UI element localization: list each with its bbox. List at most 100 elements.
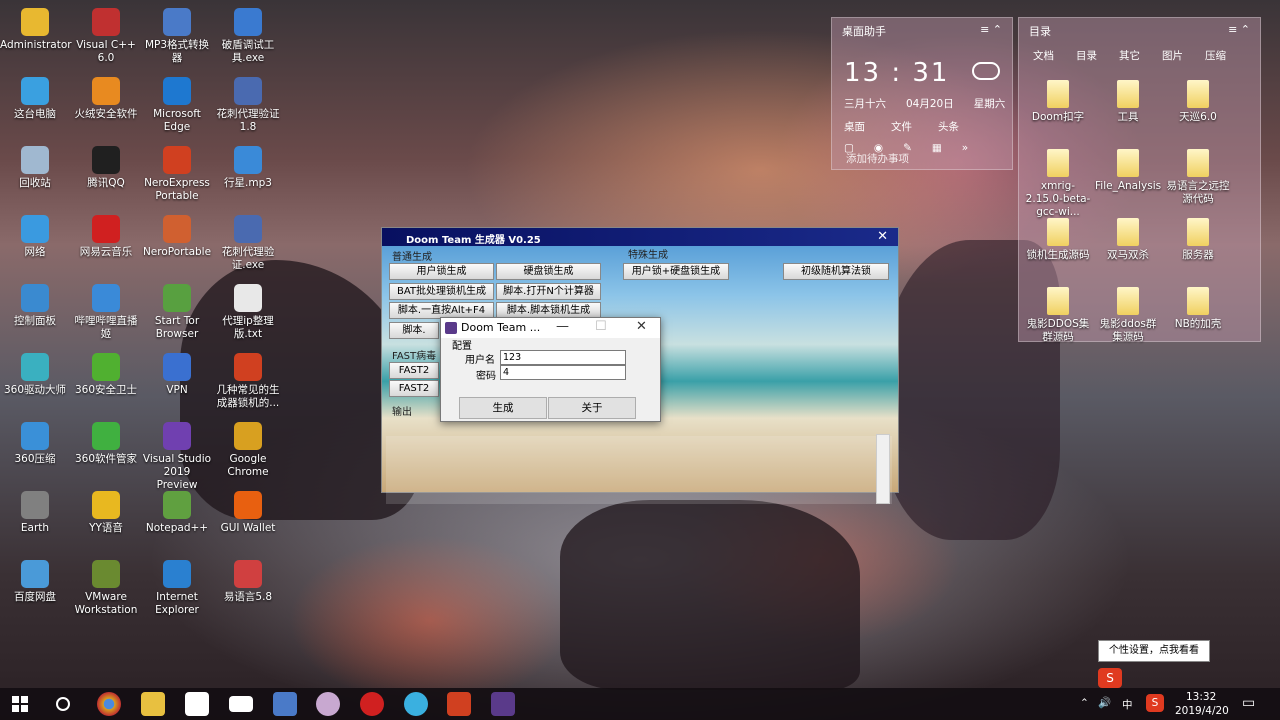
desktop-icon-11[interactable]: 行星.mp3 <box>213 142 283 210</box>
mail-taskbar-icon[interactable] <box>229 696 253 712</box>
desktop-icon-7[interactable]: 花刺代理验证1.8 <box>213 73 283 141</box>
desktop-icon-14[interactable]: NeroPortable <box>142 211 212 279</box>
search-circle-icon[interactable] <box>56 697 70 711</box>
desktop-icon-21[interactable]: 360安全卫士 <box>71 349 141 417</box>
chrome-taskbar-icon[interactable] <box>97 692 121 716</box>
quick-desktop[interactable]: 桌面 <box>844 119 865 134</box>
desktop-icon-27[interactable]: Google Chrome <box>213 418 283 486</box>
desktop-icon-4[interactable]: 这台电脑 <box>0 73 70 141</box>
disk-lock-button[interactable]: 硬盘锁生成 <box>496 263 601 280</box>
tray-chevron-icon[interactable]: ⌃ <box>1080 697 1089 709</box>
desktop-icon-34[interactable]: Internet Explorer <box>142 556 212 624</box>
calc-script-button[interactable]: 脚本.打开N个计算器 <box>496 283 601 300</box>
explorer-taskbar-icon[interactable] <box>141 692 165 716</box>
desktop-icon-13[interactable]: 网易云音乐 <box>71 211 141 279</box>
desktop-icon-12[interactable]: 网络 <box>0 211 70 279</box>
quick-headlines[interactable]: 头条 <box>938 119 959 134</box>
dir-file-item[interactable]: 锁机生成源码 <box>1025 218 1091 262</box>
tab-archives[interactable]: 压缩 <box>1205 48 1226 63</box>
dir-menu-icon[interactable]: ≡ ⌃ <box>1228 23 1250 39</box>
store-taskbar-icon[interactable] <box>185 692 209 716</box>
desktop-icon-5[interactable]: 火绒安全软件 <box>71 73 141 141</box>
dir-file-item[interactable]: 工具 <box>1095 80 1161 124</box>
desktop-icon-2[interactable]: MP3格式转换器 <box>142 4 212 72</box>
maximize-icon[interactable]: ☐ <box>595 319 607 334</box>
random-algo-lock-button[interactable]: 初级随机算法锁 <box>783 263 889 280</box>
desktop-icon-1[interactable]: Visual C++ 6.0 <box>71 4 141 72</box>
windows-start-icon[interactable] <box>12 696 28 712</box>
desktop-icon-23[interactable]: 几种常见的生成器锁机的... <box>213 349 283 417</box>
dialog-close-icon[interactable]: ✕ <box>636 319 647 334</box>
notification-icon[interactable]: ▭ <box>1242 695 1255 711</box>
desktop-icon-17[interactable]: 哔哩哔哩直播姬 <box>71 280 141 348</box>
doom-taskbar-icon[interactable] <box>491 692 515 716</box>
desktop-icon-25[interactable]: 360软件管家 <box>71 418 141 486</box>
widget-menu-icon[interactable]: ≡ ⌃ <box>980 23 1002 39</box>
dir-file-item[interactable]: Doom扣字 <box>1025 80 1091 124</box>
bat-lock-button[interactable]: BAT批处理锁机生成 <box>389 283 494 300</box>
desktop-icon-26[interactable]: Visual Studio 2019 Preview <box>142 418 212 491</box>
desktop-icon-30[interactable]: Notepad++ <box>142 487 212 555</box>
desktop-icon-19[interactable]: 代理ip整理版.txt <box>213 280 283 348</box>
desktop-icon-9[interactable]: 腾讯QQ <box>71 142 141 210</box>
desktop-icon-20[interactable]: 360驱动大师 <box>0 349 70 417</box>
desktop-icon-0[interactable]: Administrator <box>0 4 72 72</box>
desktop-icon-16[interactable]: 控制面板 <box>0 280 70 348</box>
ime-indicator[interactable]: 中 <box>1122 697 1133 712</box>
dir-file-item[interactable]: 双马双杀 <box>1095 218 1161 262</box>
output-scrollbar[interactable] <box>876 434 890 504</box>
desktop-icon-31[interactable]: GUI Wallet <box>213 487 283 555</box>
desktop-icon-8[interactable]: 回收站 <box>0 142 70 210</box>
app-taskbar-icon[interactable] <box>316 692 340 716</box>
dir-file-item[interactable]: 易语言之远控源代码 <box>1165 149 1231 206</box>
user-lock-button[interactable]: 用户锁生成 <box>389 263 494 280</box>
generate-button[interactable]: 生成 <box>459 397 547 419</box>
fast2-button-2[interactable]: FAST2 <box>389 380 439 397</box>
user-disk-lock-button[interactable]: 用户锁+硬盘锁生成 <box>623 263 729 280</box>
tab-other[interactable]: 其它 <box>1119 48 1140 63</box>
dir-file-item[interactable]: 天巡6.0 <box>1165 80 1231 124</box>
sogou-ime-icon[interactable]: S <box>1098 668 1122 688</box>
tab-dirs[interactable]: 目录 <box>1076 48 1097 63</box>
sogou-tray-icon[interactable]: S <box>1146 694 1164 712</box>
tab-docs[interactable]: 文档 <box>1033 48 1054 63</box>
desktop-icon-3[interactable]: 破盾调试工具.exe <box>213 4 283 72</box>
app-titlebar[interactable]: Doom Team 生成器 V0.25 ✕ <box>382 228 898 246</box>
close-icon[interactable]: ✕ <box>877 229 888 244</box>
fast2-button-1[interactable]: FAST2 <box>389 362 439 379</box>
script-button[interactable]: 脚本. <box>389 322 439 339</box>
qq-taskbar-icon[interactable] <box>404 692 428 716</box>
remote-tool-taskbar-icon[interactable] <box>273 692 297 716</box>
dir-file-item[interactable]: NB的加壳 <box>1165 287 1231 331</box>
desktop-icon-32[interactable]: 百度网盘 <box>0 556 70 624</box>
output-area[interactable] <box>386 436 892 504</box>
username-field[interactable]: 123 <box>500 350 626 365</box>
desktop-icon-18[interactable]: Start Tor Browser <box>142 280 212 348</box>
tab-images[interactable]: 图片 <box>1162 48 1183 63</box>
netease-taskbar-icon[interactable] <box>360 692 384 716</box>
tray-date[interactable]: 2019/4/20 <box>1175 705 1229 717</box>
desktop-icon-35[interactable]: 易语言5.8 <box>213 556 283 624</box>
desktop-icon-29[interactable]: YY语音 <box>71 487 141 555</box>
dialog-titlebar[interactable]: Doom Team ... — ☐ ✕ <box>441 318 660 338</box>
tray-time[interactable]: 13:32 <box>1186 691 1216 703</box>
about-button[interactable]: 关于 <box>548 397 636 419</box>
password-field[interactable]: 4 <box>500 365 626 380</box>
personalize-tooltip[interactable]: 个性设置，点我看看 <box>1098 640 1210 662</box>
todo-add[interactable]: 添加待办事项 <box>846 151 909 166</box>
desktop-icon-28[interactable]: Earth <box>0 487 70 555</box>
desktop-icon-22[interactable]: VPN <box>142 349 212 417</box>
desktop-icon-10[interactable]: NeroExpress Portable <box>142 142 212 210</box>
quick-files[interactable]: 文件 <box>891 119 912 134</box>
dir-file-item[interactable]: 鬼影ddos群集源码 <box>1095 287 1161 344</box>
desktop-icon-24[interactable]: 360压缩 <box>0 418 70 486</box>
dir-file-item[interactable]: 鬼影DDOS集群源码 <box>1025 287 1091 344</box>
desktop-icon-6[interactable]: Microsoft Edge <box>142 73 212 141</box>
volume-icon[interactable]: 🔊 <box>1098 696 1111 709</box>
dir-file-item[interactable]: File_Analysis <box>1095 149 1161 193</box>
minimize-icon[interactable]: — <box>556 319 569 334</box>
dir-file-item[interactable]: xmrig-2.15.0-beta-gcc-wi... <box>1025 149 1091 219</box>
desktop-icon-33[interactable]: VMware Workstation <box>71 556 141 624</box>
dir-file-item[interactable]: 服务器 <box>1165 218 1231 262</box>
desktop-icon-15[interactable]: 花刺代理验证.exe <box>213 211 283 279</box>
